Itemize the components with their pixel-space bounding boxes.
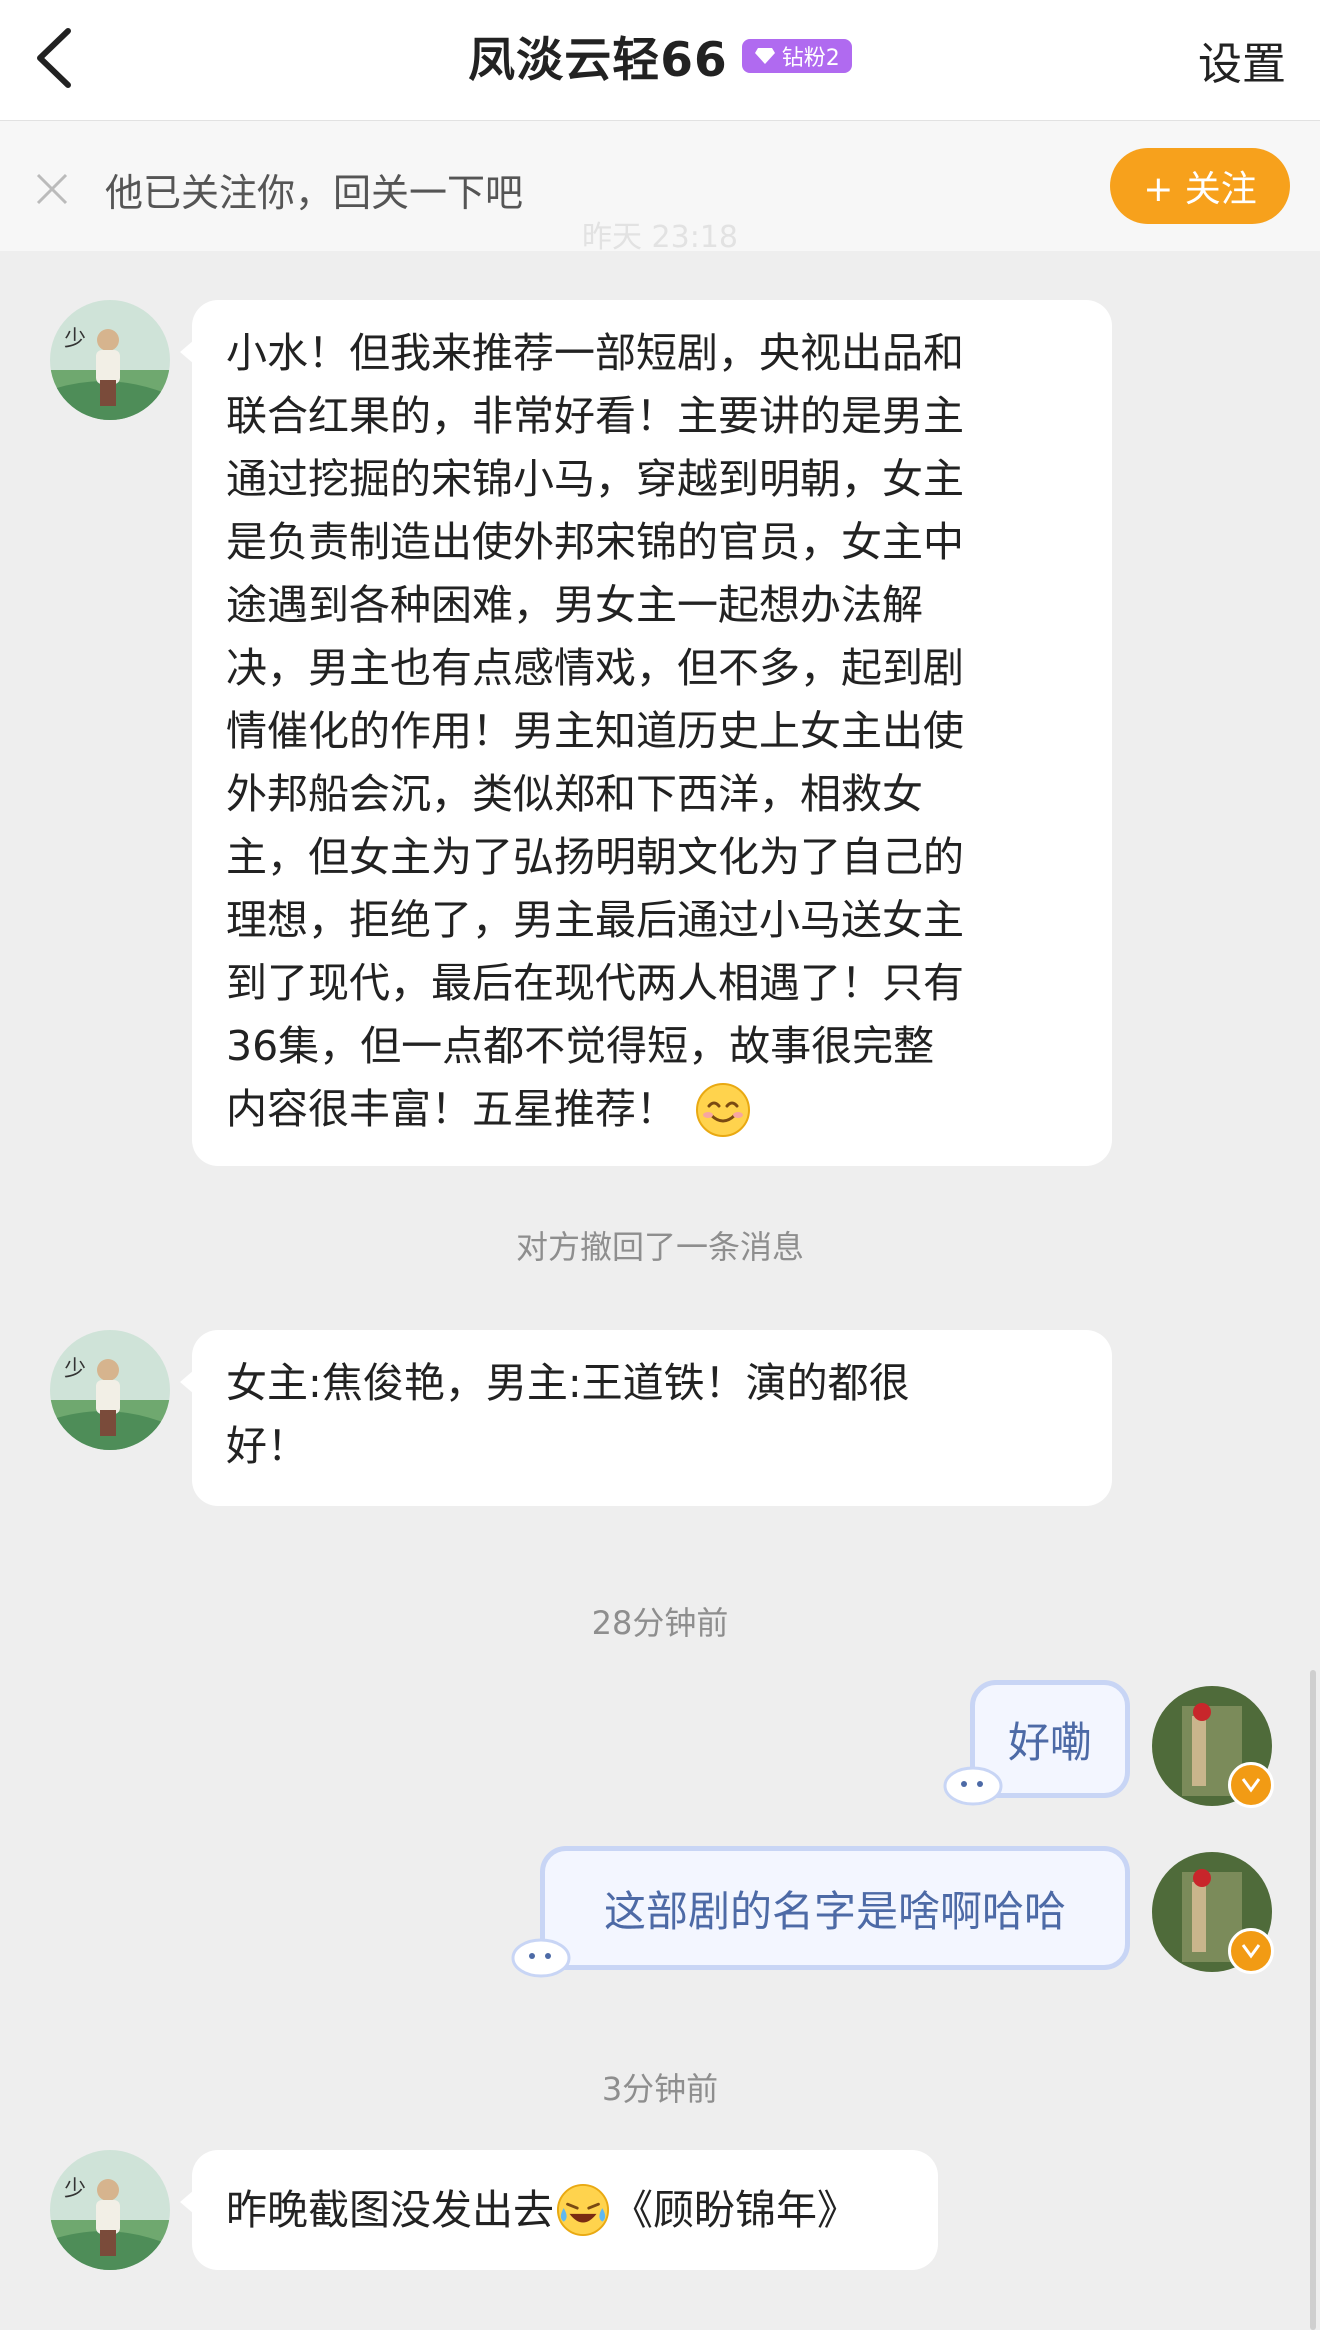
message-line: 到了现代，最后在现代两人相遇了！只有: [226, 959, 964, 1007]
message-text: 昨晚截图没发出去: [226, 2185, 554, 2234]
avatar-image-icon: 少: [50, 2150, 170, 2270]
svg-text:少: 少: [64, 1357, 86, 1382]
avatar-image-icon: 少: [50, 1330, 170, 1450]
message-line: 好！: [226, 1422, 308, 1470]
message-line: 36集，但一点都不觉得短，故事很完整: [226, 1022, 935, 1070]
message-line: 决，男主也有点感情戏，但不多，起到剧: [226, 644, 964, 692]
contact-avatar[interactable]: 少: [50, 300, 170, 420]
ghost-timestamp: 昨天 23:18: [582, 220, 738, 255]
svg-text:少: 少: [64, 327, 86, 352]
message-line: 内容很丰富！五星推荐！: [226, 1085, 677, 1133]
message-text: 《顾盼锦年》: [612, 2185, 858, 2234]
contact-avatar[interactable]: 少: [50, 2150, 170, 2270]
smile-emoji-icon: [696, 1082, 750, 1137]
timestamp: 28分钟前: [591, 1604, 729, 1642]
message-line: 途遇到各种困难，男女主一起想办法解: [226, 581, 923, 629]
scrollbar[interactable]: [1310, 1670, 1316, 2330]
verified-badge-icon: [1228, 1762, 1274, 1808]
settings-button[interactable]: 设置: [1198, 28, 1286, 92]
avatar-image-icon: 少: [50, 300, 170, 420]
message-line: 联合红果的，非常好看！主要讲的是男主: [226, 392, 964, 440]
message-line: 是负责制造出使外邦宋锦的官员，女主中: [226, 518, 964, 566]
message-line: 小水！但我来推荐一部短剧，央视出品和: [226, 329, 964, 377]
fan-badge-label: 钻粉2: [781, 46, 840, 71]
message-text: 这部剧的名字是啥啊哈哈: [603, 1886, 1066, 1936]
chat-title: 凤淡云轻66: [468, 32, 728, 88]
close-icon[interactable]: [34, 171, 70, 207]
message-bubble-incoming[interactable]: 小水！但我来推荐一部短剧，央视出品和 联合红果的，非常好看！主要讲的是男主 通过…: [180, 300, 1112, 1166]
recalled-notice: 对方撤回了一条消息: [515, 1228, 804, 1266]
verified-badge-icon: [1228, 1928, 1274, 1974]
chat-header: 凤淡云轻66 钻粉2 设置: [0, 0, 1320, 121]
message-bubble-incoming[interactable]: 女主:焦俊艳，男主:王道铁！演的都很 好！: [180, 1330, 1112, 1506]
crying-laughing-emoji-icon: [556, 2183, 610, 2237]
message-line: 主，但女主为了弘扬明朝文化为了自己的: [226, 833, 964, 881]
contact-avatar[interactable]: 少: [50, 1330, 170, 1450]
svg-text:少: 少: [64, 2177, 86, 2202]
message-line: 女主:焦俊艳，男主:王道铁！演的都很: [226, 1359, 910, 1407]
cloud-decoration-icon: [943, 1766, 1003, 1806]
fan-badge: 钻粉2: [741, 39, 852, 73]
message-line: 情催化的作用！男主知道历史上女主出使: [226, 707, 964, 755]
message-bubble-outgoing[interactable]: 这部剧的名字是啥啊哈哈: [540, 1846, 1130, 1970]
message-line: 通过挖掘的宋锦小马，穿越到明朝，女主: [226, 455, 964, 503]
diamond-icon: [754, 48, 775, 64]
cloud-decoration-icon: [511, 1938, 571, 1978]
message-text: 好嘞: [1007, 1717, 1092, 1767]
message-bubble-incoming[interactable]: 昨晚截图没发出去 《顾盼锦年》: [180, 2150, 938, 2270]
timestamp: 3分钟前: [601, 2070, 719, 2108]
follow-button-label: + 关注: [1143, 169, 1257, 210]
follow-suggestion-text: 他已关注你，回关一下吧: [105, 171, 524, 215]
message-line: 理想，拒绝了，男主最后通过小马送女主: [226, 896, 964, 944]
message-line: 外邦船会沉，类似郑和下西洋，相救女: [226, 770, 923, 818]
